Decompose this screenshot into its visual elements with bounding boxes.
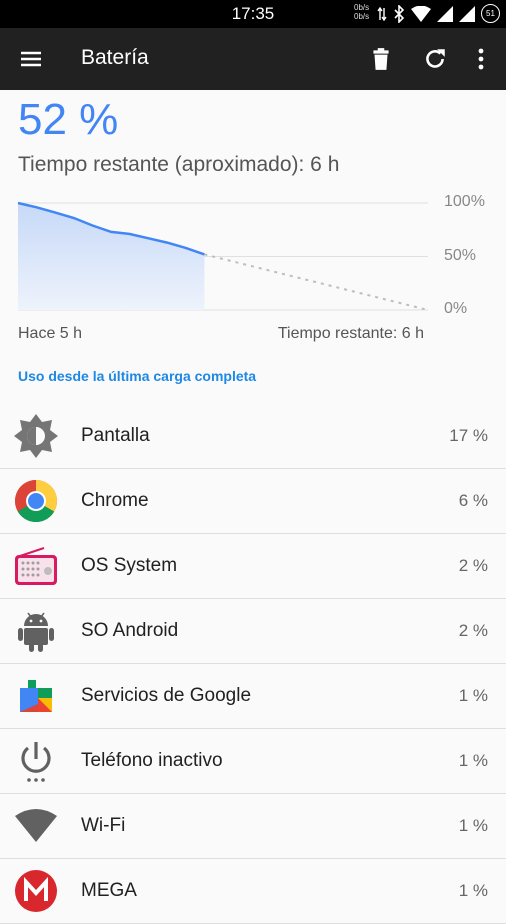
radio-icon [15, 547, 57, 585]
projection-line [204, 253, 429, 311]
item-value: 1 % [458, 881, 488, 900]
wifi-signal-icon [411, 5, 431, 22]
item-name: Wi-Fi [81, 815, 126, 836]
battery-percentage: 52 % [18, 95, 119, 144]
cell-signal-icon [437, 5, 453, 22]
item-value: 2 % [458, 621, 488, 640]
list-item[interactable]: OS System 2 % [0, 534, 506, 599]
power-icon [21, 742, 51, 782]
more-options-icon[interactable] [468, 46, 494, 72]
section-title: Uso desde la última carga completa [18, 368, 257, 384]
app-bar: Batería [0, 28, 506, 90]
list-item[interactable]: MEGA 1 % [0, 859, 506, 924]
item-name: Pantalla [81, 425, 150, 446]
series-area [18, 203, 205, 310]
list-item[interactable]: Chrome 6 % [0, 469, 506, 534]
network-speed: 0b/s 0b/s [354, 3, 370, 21]
brightness-icon [14, 414, 58, 458]
page-title: Batería [81, 46, 149, 69]
mega-icon [15, 870, 57, 912]
battery-level-icon: 51 [481, 4, 500, 23]
item-value: 6 % [458, 491, 488, 510]
list-item[interactable]: Wi-Fi 1 % [0, 794, 506, 859]
item-name: SO Android [81, 620, 179, 641]
data-arrows-icon [377, 6, 387, 21]
wifi-icon [15, 809, 57, 842]
battery-chart [17, 201, 429, 311]
delete-icon[interactable] [368, 46, 394, 72]
y-tick-label: 100% [444, 193, 485, 210]
item-name: Chrome [81, 490, 149, 511]
status-bar: 17:35 0b/s 0b/s 51 [0, 0, 506, 28]
item-value: 2 % [458, 556, 488, 575]
item-name: Teléfono inactivo [81, 750, 223, 771]
item-name: Servicios de Google [81, 685, 252, 706]
item-value: 1 % [458, 816, 488, 835]
menu-icon[interactable] [20, 48, 42, 70]
list-item[interactable]: Pantalla 17 % [0, 404, 506, 469]
y-tick-label: 0% [444, 300, 468, 317]
list-item[interactable]: Teléfono inactivo 1 % [0, 729, 506, 794]
usage-list: Pantalla 17 % Chrome 6 % OS System 2 % S… [0, 404, 506, 924]
time-remaining: Tiempo restante (aproximado): 6 h [18, 153, 340, 176]
y-tick-label: 50% [444, 246, 477, 264]
refresh-icon[interactable] [422, 46, 448, 72]
chart-start-label: Hace 5 h [18, 325, 83, 342]
chart-end-label: Tiempo restante: 6 h [277, 325, 424, 342]
google-play-services-icon [20, 680, 52, 712]
item-name: OS System [81, 555, 178, 576]
list-item[interactable]: SO Android 2 % [0, 599, 506, 664]
bluetooth-icon [394, 4, 405, 23]
item-name: MEGA [81, 880, 137, 901]
android-icon [18, 612, 54, 652]
item-value: 1 % [458, 686, 488, 705]
item-value: 17 % [449, 426, 488, 445]
cell-signal-2-icon [459, 5, 475, 22]
chrome-icon [14, 480, 58, 523]
list-item[interactable]: Servicios de Google 1 % [0, 664, 506, 729]
item-value: 1 % [458, 751, 488, 770]
status-icons: 51 [377, 4, 500, 23]
